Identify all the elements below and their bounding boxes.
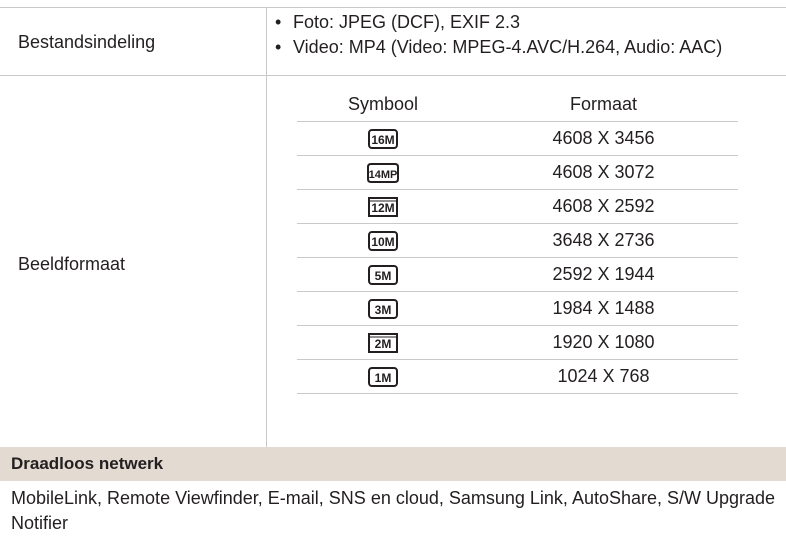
file-format-photo: Foto: JPEG (DCF), EXIF 2.3 — [275, 10, 722, 35]
file-format-list: Foto: JPEG (DCF), EXIF 2.3 Video: MP4 (V… — [275, 10, 722, 60]
table-row: 2M 1920 X 1080 — [297, 325, 738, 359]
table-row: 16M 4608 X 3456 — [297, 121, 738, 155]
16m-icon: 16M — [368, 129, 398, 150]
table-row: 3M 1984 X 1488 — [297, 291, 738, 325]
table-row: 1M 1024 X 768 — [297, 359, 738, 394]
format-header: Formaat — [569, 94, 638, 114]
format-value: 3648 X 2736 — [552, 230, 655, 250]
1m-icon: 1M — [368, 367, 398, 388]
format-value: 4608 X 2592 — [552, 196, 655, 216]
5m-icon: 5M — [368, 265, 398, 286]
svg-text:14MP: 14MP — [369, 169, 398, 181]
svg-text:1M: 1M — [375, 371, 392, 385]
svg-text:16M: 16M — [371, 133, 394, 147]
table-row: 5M 2592 X 1944 — [297, 257, 738, 291]
top-rule — [0, 7, 786, 8]
image-size-table-header: Symbool Formaat — [297, 88, 738, 121]
table-row: 12M 4608 X 2592 — [297, 189, 738, 223]
10m-icon: 10M — [368, 231, 398, 252]
wireless-header-title: Draadloos netwerk — [11, 454, 164, 473]
table-row: 10M 3648 X 2736 — [297, 223, 738, 257]
wireless-section-header: Draadloos netwerk — [0, 447, 786, 481]
svg-text:10M: 10M — [371, 235, 394, 249]
symbol-header: Symbool — [347, 94, 419, 114]
file-format-video: Video: MP4 (Video: MPEG-4.AVC/H.264, Aud… — [275, 35, 722, 60]
svg-text:2M: 2M — [375, 337, 392, 351]
wireless-description: MobileLink, Remote Viewfinder, E-mail, S… — [11, 488, 776, 533]
2m-wide-icon: 2M — [368, 333, 398, 354]
format-value: 4608 X 3456 — [552, 128, 655, 148]
format-value: 4608 X 3072 — [552, 162, 655, 182]
format-value: 1024 X 768 — [557, 366, 650, 386]
format-value: 1920 X 1080 — [552, 332, 655, 352]
3m-icon: 3M — [368, 299, 398, 320]
image-size-table: Symbool Formaat 16M 4608 X 3456 14MP 460… — [297, 88, 738, 394]
svg-text:5M: 5M — [375, 269, 392, 283]
file-format-label: Bestandsindeling — [18, 32, 156, 52]
table-row: 14MP 4608 X 3072 — [297, 155, 738, 189]
14mp-icon: 14MP — [367, 163, 399, 184]
column-divider — [266, 7, 267, 447]
svg-text:12M: 12M — [371, 201, 394, 215]
svg-text:3M: 3M — [375, 303, 392, 317]
image-size-label: Beeldformaat — [18, 254, 126, 274]
format-value: 2592 X 1944 — [552, 264, 655, 284]
format-value: 1984 X 1488 — [552, 298, 655, 318]
12m-wide-icon: 12M — [368, 197, 398, 218]
row-divider — [0, 75, 786, 76]
